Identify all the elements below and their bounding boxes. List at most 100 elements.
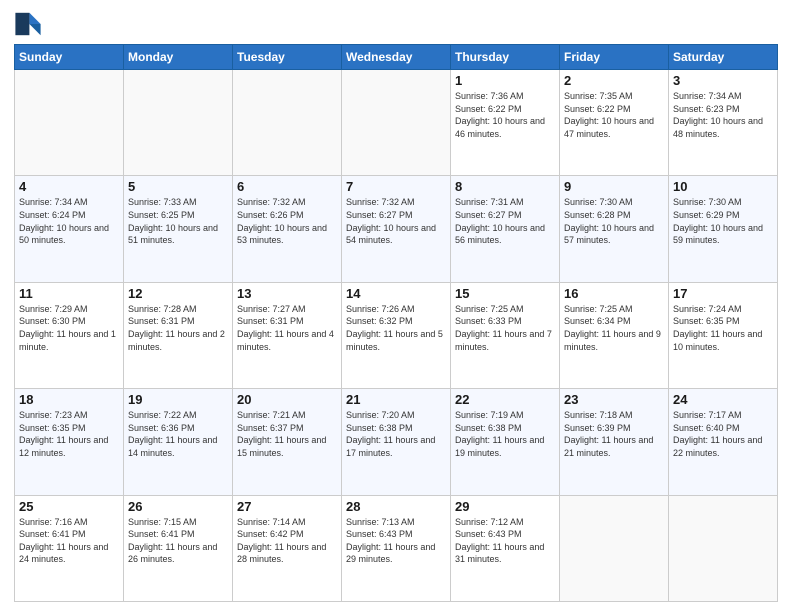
calendar-table: SundayMondayTuesdayWednesdayThursdayFrid… <box>14 44 778 602</box>
calendar-cell: 29 Sunrise: 7:12 AM Sunset: 6:43 PM Dayli… <box>451 495 560 601</box>
logo <box>14 10 46 38</box>
calendar-cell: 16 Sunrise: 7:25 AM Sunset: 6:34 PM Dayli… <box>560 282 669 388</box>
calendar-cell <box>233 70 342 176</box>
day-number: 25 <box>19 499 119 514</box>
day-info: Sunrise: 7:20 AM Sunset: 6:38 PM Dayligh… <box>346 409 446 459</box>
day-number: 17 <box>673 286 773 301</box>
calendar-cell: 14 Sunrise: 7:26 AM Sunset: 6:32 PM Dayli… <box>342 282 451 388</box>
calendar-cell: 23Sunrise: 7:18 AM Sunset: 6:39 PM Dayli… <box>560 389 669 495</box>
day-info: Sunrise: 7:26 AM Sunset: 6:32 PM Dayligh… <box>346 303 446 353</box>
day-number: 6 <box>237 179 337 194</box>
day-number: 11 <box>19 286 119 301</box>
calendar-cell: 27 Sunrise: 7:14 AM Sunset: 6:42 PM Dayli… <box>233 495 342 601</box>
day-number: 15 <box>455 286 555 301</box>
calendar-cell: 25 Sunrise: 7:16 AM Sunset: 6:41 PM Dayli… <box>15 495 124 601</box>
calendar-header-row: SundayMondayTuesdayWednesdayThursdayFrid… <box>15 45 778 70</box>
day-number: 28 <box>346 499 446 514</box>
calendar-cell: 11 Sunrise: 7:29 AM Sunset: 6:30 PM Dayli… <box>15 282 124 388</box>
calendar-cell: 1 Sunrise: 7:36 AM Sunset: 6:22 PM Daylig… <box>451 70 560 176</box>
calendar-cell: 15 Sunrise: 7:25 AM Sunset: 6:33 PM Dayli… <box>451 282 560 388</box>
calendar-cell: 26 Sunrise: 7:15 AM Sunset: 6:41 PM Dayli… <box>124 495 233 601</box>
day-info: Sunrise: 7:34 AM Sunset: 6:23 PM Dayligh… <box>673 90 773 140</box>
day-number: 9 <box>564 179 664 194</box>
day-info: Sunrise: 7:13 AM Sunset: 6:43 PM Dayligh… <box>346 516 446 566</box>
calendar-cell: 3Sunrise: 7:34 AM Sunset: 6:23 PM Daylig… <box>669 70 778 176</box>
calendar-week-row: 25 Sunrise: 7:16 AM Sunset: 6:41 PM Dayli… <box>15 495 778 601</box>
day-number: 18 <box>19 392 119 407</box>
day-info: Sunrise: 7:18 AM Sunset: 6:39 PM Dayligh… <box>564 409 664 459</box>
calendar-week-row: 18 Sunrise: 7:23 AM Sunset: 6:35 PM Dayli… <box>15 389 778 495</box>
calendar-cell: 24Sunrise: 7:17 AM Sunset: 6:40 PM Dayli… <box>669 389 778 495</box>
calendar-cell <box>124 70 233 176</box>
day-number: 5 <box>128 179 228 194</box>
header <box>14 10 778 38</box>
weekday-header-sunday: Sunday <box>15 45 124 70</box>
calendar-cell: 18 Sunrise: 7:23 AM Sunset: 6:35 PM Dayli… <box>15 389 124 495</box>
calendar-cell: 17Sunrise: 7:24 AM Sunset: 6:35 PM Dayli… <box>669 282 778 388</box>
day-info: Sunrise: 7:34 AM Sunset: 6:24 PM Dayligh… <box>19 196 119 246</box>
weekday-header-monday: Monday <box>124 45 233 70</box>
day-number: 19 <box>128 392 228 407</box>
day-number: 27 <box>237 499 337 514</box>
day-info: Sunrise: 7:21 AM Sunset: 6:37 PM Dayligh… <box>237 409 337 459</box>
weekday-header-wednesday: Wednesday <box>342 45 451 70</box>
day-number: 14 <box>346 286 446 301</box>
day-number: 8 <box>455 179 555 194</box>
day-info: Sunrise: 7:16 AM Sunset: 6:41 PM Dayligh… <box>19 516 119 566</box>
calendar-cell: 28 Sunrise: 7:13 AM Sunset: 6:43 PM Dayli… <box>342 495 451 601</box>
day-number: 12 <box>128 286 228 301</box>
day-number: 2 <box>564 73 664 88</box>
day-info: Sunrise: 7:14 AM Sunset: 6:42 PM Dayligh… <box>237 516 337 566</box>
calendar-cell: 12 Sunrise: 7:28 AM Sunset: 6:31 PM Dayli… <box>124 282 233 388</box>
day-info: Sunrise: 7:31 AM Sunset: 6:27 PM Dayligh… <box>455 196 555 246</box>
calendar-cell: 4 Sunrise: 7:34 AM Sunset: 6:24 PM Daylig… <box>15 176 124 282</box>
calendar-cell <box>560 495 669 601</box>
day-info: Sunrise: 7:36 AM Sunset: 6:22 PM Dayligh… <box>455 90 555 140</box>
day-info: Sunrise: 7:15 AM Sunset: 6:41 PM Dayligh… <box>128 516 228 566</box>
day-info: Sunrise: 7:33 AM Sunset: 6:25 PM Dayligh… <box>128 196 228 246</box>
calendar-cell <box>342 70 451 176</box>
calendar-cell: 5 Sunrise: 7:33 AM Sunset: 6:25 PM Daylig… <box>124 176 233 282</box>
day-info: Sunrise: 7:29 AM Sunset: 6:30 PM Dayligh… <box>19 303 119 353</box>
day-number: 26 <box>128 499 228 514</box>
weekday-header-saturday: Saturday <box>669 45 778 70</box>
day-info: Sunrise: 7:17 AM Sunset: 6:40 PM Dayligh… <box>673 409 773 459</box>
calendar-cell: 9 Sunrise: 7:30 AM Sunset: 6:28 PM Daylig… <box>560 176 669 282</box>
day-info: Sunrise: 7:25 AM Sunset: 6:33 PM Dayligh… <box>455 303 555 353</box>
weekday-header-thursday: Thursday <box>451 45 560 70</box>
day-info: Sunrise: 7:28 AM Sunset: 6:31 PM Dayligh… <box>128 303 228 353</box>
calendar-week-row: 11 Sunrise: 7:29 AM Sunset: 6:30 PM Dayli… <box>15 282 778 388</box>
day-info: Sunrise: 7:30 AM Sunset: 6:28 PM Dayligh… <box>564 196 664 246</box>
day-number: 21 <box>346 392 446 407</box>
day-info: Sunrise: 7:30 AM Sunset: 6:29 PM Dayligh… <box>673 196 773 246</box>
day-info: Sunrise: 7:32 AM Sunset: 6:27 PM Dayligh… <box>346 196 446 246</box>
calendar-week-row: 4 Sunrise: 7:34 AM Sunset: 6:24 PM Daylig… <box>15 176 778 282</box>
weekday-header-friday: Friday <box>560 45 669 70</box>
day-info: Sunrise: 7:23 AM Sunset: 6:35 PM Dayligh… <box>19 409 119 459</box>
calendar-week-row: 1 Sunrise: 7:36 AM Sunset: 6:22 PM Daylig… <box>15 70 778 176</box>
day-info: Sunrise: 7:25 AM Sunset: 6:34 PM Dayligh… <box>564 303 664 353</box>
weekday-header-tuesday: Tuesday <box>233 45 342 70</box>
calendar-cell: 19 Sunrise: 7:22 AM Sunset: 6:36 PM Dayli… <box>124 389 233 495</box>
day-number: 10 <box>673 179 773 194</box>
calendar-cell: 21 Sunrise: 7:20 AM Sunset: 6:38 PM Dayli… <box>342 389 451 495</box>
day-info: Sunrise: 7:35 AM Sunset: 6:22 PM Dayligh… <box>564 90 664 140</box>
day-number: 7 <box>346 179 446 194</box>
day-number: 22 <box>455 392 555 407</box>
calendar-cell: 7 Sunrise: 7:32 AM Sunset: 6:27 PM Daylig… <box>342 176 451 282</box>
day-number: 1 <box>455 73 555 88</box>
day-info: Sunrise: 7:12 AM Sunset: 6:43 PM Dayligh… <box>455 516 555 566</box>
day-number: 4 <box>19 179 119 194</box>
calendar-cell: 6 Sunrise: 7:32 AM Sunset: 6:26 PM Daylig… <box>233 176 342 282</box>
calendar-cell: 8 Sunrise: 7:31 AM Sunset: 6:27 PM Daylig… <box>451 176 560 282</box>
day-info: Sunrise: 7:22 AM Sunset: 6:36 PM Dayligh… <box>128 409 228 459</box>
day-number: 13 <box>237 286 337 301</box>
day-number: 16 <box>564 286 664 301</box>
calendar-cell: 10 Sunrise: 7:30 AM Sunset: 6:29 PM Dayli… <box>669 176 778 282</box>
calendar-cell: 13Sunrise: 7:27 AM Sunset: 6:31 PM Dayli… <box>233 282 342 388</box>
day-info: Sunrise: 7:32 AM Sunset: 6:26 PM Dayligh… <box>237 196 337 246</box>
logo-icon <box>14 10 42 38</box>
day-number: 29 <box>455 499 555 514</box>
calendar-cell: 20Sunrise: 7:21 AM Sunset: 6:37 PM Dayli… <box>233 389 342 495</box>
page: SundayMondayTuesdayWednesdayThursdayFrid… <box>0 0 792 612</box>
